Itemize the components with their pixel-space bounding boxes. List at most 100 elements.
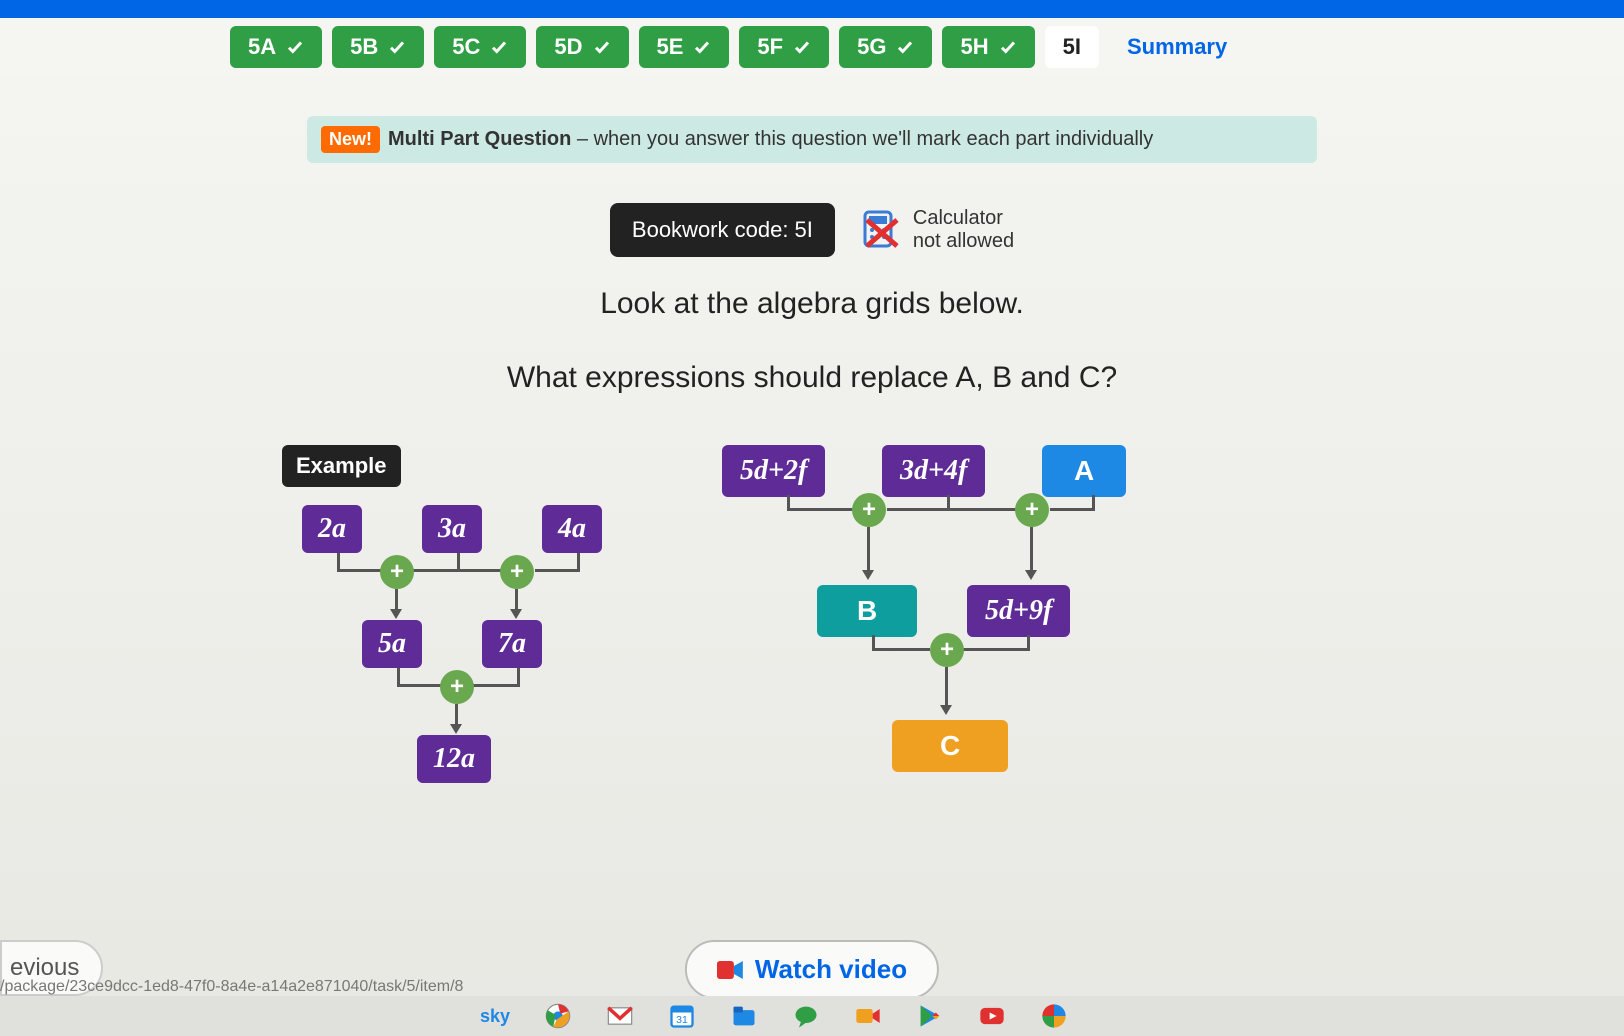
arrow-icon — [940, 705, 952, 715]
check-icon — [593, 38, 611, 56]
plus-icon: + — [852, 493, 886, 527]
nav-item-5e[interactable]: 5E — [639, 26, 730, 68]
calc-line2: not allowed — [913, 230, 1014, 253]
calendar-icon[interactable]: 31 — [668, 1002, 696, 1030]
right-mid-2: 5d+9f — [967, 585, 1070, 637]
nav-item-5d[interactable]: 5D — [536, 26, 628, 68]
nav-item-5c[interactable]: 5C — [434, 26, 526, 68]
question-nav: 5A 5B 5C 5D 5E 5F 5G 5H 5I Summary — [0, 18, 1624, 76]
nav-item-5i[interactable]: 5I — [1045, 26, 1099, 68]
arrow-icon — [510, 609, 522, 619]
arrow-icon — [1025, 570, 1037, 580]
nav-label: 5G — [857, 34, 886, 60]
check-icon — [896, 38, 914, 56]
left-top-2: 3a — [422, 505, 482, 553]
camera-icon[interactable] — [854, 1002, 882, 1030]
right-top-3: A — [1042, 445, 1126, 497]
previous-label: evious — [10, 954, 79, 981]
url-path: /package/23ce9dcc-1ed8-47f0-8a4e-a14a2e8… — [0, 978, 463, 996]
nav-label: 5E — [657, 34, 684, 60]
plus-icon: + — [380, 555, 414, 589]
arrow-icon — [862, 570, 874, 580]
summary-link[interactable]: Summary — [1127, 34, 1227, 60]
files-icon[interactable] — [730, 1002, 758, 1030]
question-line2: What expressions should replace A, B and… — [0, 361, 1624, 395]
video-icon — [717, 959, 743, 981]
plus-icon: + — [1015, 493, 1049, 527]
left-mid-2: 7a — [482, 620, 542, 668]
example-label: Example — [282, 445, 401, 487]
nav-label: 5D — [554, 34, 582, 60]
connector — [473, 684, 520, 687]
youtube-icon[interactable] — [978, 1002, 1006, 1030]
nav-item-5b[interactable]: 5B — [332, 26, 424, 68]
svg-text:31: 31 — [676, 1014, 688, 1026]
connector — [962, 648, 1030, 651]
connector — [535, 569, 580, 572]
arrow-icon — [390, 609, 402, 619]
nav-label: 5F — [757, 34, 783, 60]
right-mid-1: B — [817, 585, 917, 637]
check-icon — [388, 38, 406, 56]
browser-topbar — [0, 0, 1624, 18]
calculator-status: Calculator not allowed — [859, 207, 1014, 253]
check-icon — [793, 38, 811, 56]
connector — [395, 589, 398, 611]
bookwork-code: Bookwork code: 5I — [610, 203, 835, 257]
watch-video-label: Watch video — [755, 954, 907, 985]
check-icon — [999, 38, 1017, 56]
taskbar-sky[interactable]: sky — [480, 1006, 510, 1027]
question-line1: Look at the algebra grids below. — [0, 287, 1624, 321]
right-bottom: C — [892, 720, 1008, 772]
check-icon — [286, 38, 304, 56]
check-icon — [693, 38, 711, 56]
left-top-3: 4a — [542, 505, 602, 553]
nav-item-5h[interactable]: 5H — [942, 26, 1034, 68]
banner-text: – when you answer this question we'll ma… — [571, 128, 1153, 150]
connector — [455, 704, 458, 726]
plus-icon: + — [500, 555, 534, 589]
connector — [945, 667, 948, 707]
nav-label: 5H — [960, 34, 988, 60]
os-taskbar: sky 31 — [0, 996, 1624, 1036]
nav-item-5g[interactable]: 5G — [839, 26, 932, 68]
nav-item-5a[interactable]: 5A — [230, 26, 322, 68]
right-top-1: 5d+2f — [722, 445, 825, 497]
arrow-icon — [450, 724, 462, 734]
connector — [872, 648, 930, 651]
connector — [950, 508, 1018, 511]
nav-item-5f[interactable]: 5F — [739, 26, 829, 68]
left-top-1: 2a — [302, 505, 362, 553]
new-badge: New! — [321, 126, 380, 153]
nav-label: 5I — [1063, 34, 1081, 60]
photos-icon[interactable] — [1040, 1002, 1068, 1030]
check-icon — [490, 38, 508, 56]
question-text: Look at the algebra grids below. What ex… — [0, 287, 1624, 395]
meta-row: Bookwork code: 5I Calculator not allowed — [0, 203, 1624, 257]
left-mid-1: 5a — [362, 620, 422, 668]
connector — [515, 589, 518, 611]
play-store-icon[interactable] — [916, 1002, 944, 1030]
watch-video-button[interactable]: Watch video — [685, 940, 939, 999]
left-bottom: 12a — [417, 735, 491, 783]
chrome-icon[interactable] — [544, 1002, 572, 1030]
connector — [787, 508, 855, 511]
plus-icon: + — [440, 670, 474, 704]
algebra-grids: Example 2a 3a 4a + + 5a 7a + 12a 5d+2f 3… — [262, 445, 1362, 845]
nav-label: 5A — [248, 34, 276, 60]
connector — [412, 569, 460, 572]
connector — [867, 527, 870, 572]
connector — [887, 508, 950, 511]
plus-icon: + — [930, 633, 964, 667]
banner-title: Multi Part Question — [388, 128, 571, 150]
nav-label: 5B — [350, 34, 378, 60]
connector — [1030, 527, 1033, 572]
right-top-2: 3d+4f — [882, 445, 985, 497]
connector — [1050, 508, 1095, 511]
nav-label: 5C — [452, 34, 480, 60]
connector — [397, 684, 445, 687]
info-banner: New! Multi Part Question – when you answ… — [307, 116, 1317, 163]
chat-icon[interactable] — [792, 1002, 820, 1030]
calculator-not-allowed-icon — [859, 208, 903, 252]
gmail-icon[interactable] — [606, 1002, 634, 1030]
